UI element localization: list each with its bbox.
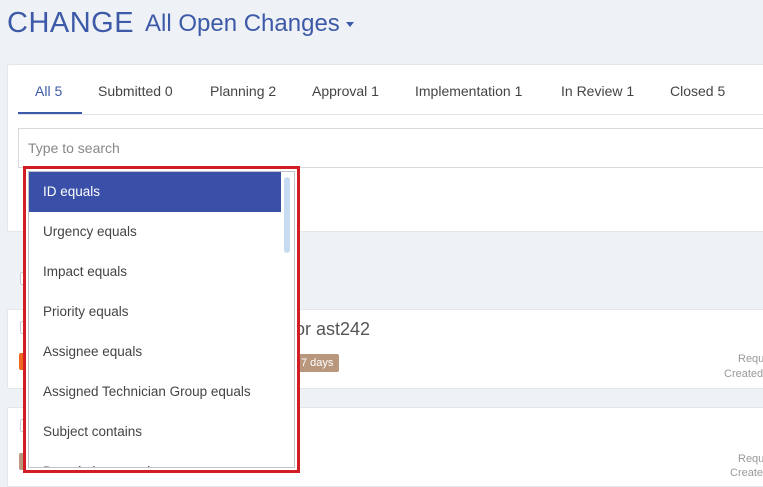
dropdown-list: ID equals Urgency equals Impact equals P… xyxy=(28,171,295,468)
tab-implementation[interactable]: Implementation 1 xyxy=(415,83,522,99)
tab-in-review[interactable]: In Review 1 xyxy=(561,83,634,99)
requester-label: Requ xyxy=(738,353,763,365)
active-tab-indicator xyxy=(18,112,82,114)
view-title-label: All Open Changes xyxy=(145,10,340,37)
tab-closed[interactable]: Closed 5 xyxy=(670,83,725,99)
created-label: Created xyxy=(724,368,763,380)
dropdown-option-urgency[interactable]: Urgency equals xyxy=(29,212,281,252)
search-field-dropdown: ID equals Urgency equals Impact equals P… xyxy=(23,166,300,473)
tab-planning[interactable]: Planning 2 xyxy=(210,83,276,99)
tab-all[interactable]: All 5 xyxy=(35,83,62,99)
page-title: CHANGE xyxy=(7,7,135,39)
dropdown-option-id[interactable]: ID equals xyxy=(29,172,281,212)
dropdown-scrollbar[interactable] xyxy=(284,177,290,253)
tab-submitted[interactable]: Submitted 0 xyxy=(98,83,173,99)
status-tabs: All 5 Submitted 0 Planning 2 Approval 1 … xyxy=(18,65,763,115)
search-input[interactable] xyxy=(18,128,763,168)
tab-approval[interactable]: Approval 1 xyxy=(312,83,379,99)
view-selector[interactable]: All Open Changes xyxy=(145,9,354,39)
dropdown-option-priority[interactable]: Priority equals xyxy=(29,292,281,332)
dropdown-option-description[interactable]: Description contains xyxy=(29,452,281,467)
requester-label: Requ xyxy=(738,453,763,465)
dropdown-option-assignee[interactable]: Assignee equals xyxy=(29,332,281,372)
dropdown-option-impact[interactable]: Impact equals xyxy=(29,252,281,292)
created-label: Create xyxy=(730,467,763,479)
tabs-divider xyxy=(18,114,763,115)
chevron-down-icon xyxy=(345,22,354,28)
item-title[interactable]: for ast242 xyxy=(290,319,370,340)
dropdown-option-subject[interactable]: Subject contains xyxy=(29,412,281,452)
dropdown-option-technician-group[interactable]: Assigned Technician Group equals xyxy=(29,372,281,412)
age-badge: 7 days xyxy=(295,354,340,372)
